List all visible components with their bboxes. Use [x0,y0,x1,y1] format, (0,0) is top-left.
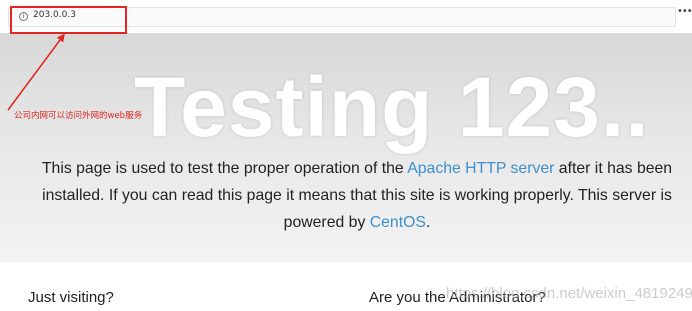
arrow-line [7,33,65,111]
annotation-label: 公司内网可以访问外网的web服务 [14,111,143,121]
annotation-arrow [7,33,65,111]
